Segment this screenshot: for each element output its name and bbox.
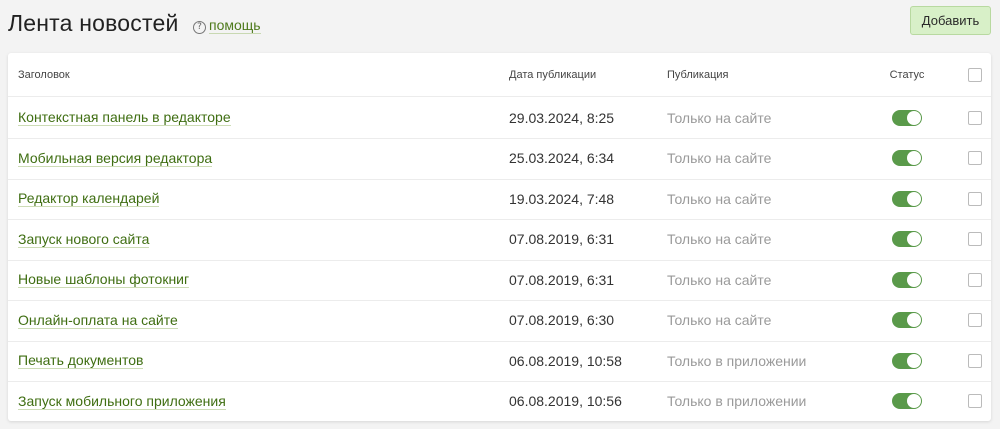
question-circle-icon: ? (193, 21, 206, 34)
help-link[interactable]: ? помощь (193, 17, 261, 34)
toggle-knob (907, 313, 921, 327)
toggle-knob (907, 151, 921, 165)
toggle-knob (907, 110, 921, 125)
publication-date: 06.08.2019, 10:58 (509, 352, 622, 369)
publication-date: 07.08.2019, 6:31 (509, 231, 615, 247)
row-checkbox[interactable] (968, 110, 982, 125)
publication-date: 07.08.2019, 6:31 (509, 271, 615, 288)
status-toggle[interactable] (892, 352, 922, 369)
status-toggle[interactable] (892, 190, 922, 207)
table-row: Мобильная версия редактора 25.03.2024, 6:… (8, 138, 991, 180)
publication-date: 25.03.2024, 6:34 (509, 150, 615, 166)
status-toggle[interactable] (892, 393, 922, 409)
publication-channel: Только на сайте (667, 231, 772, 247)
select-all-checkbox[interactable] (968, 67, 982, 82)
publication-channel: Только в приложении (667, 393, 807, 409)
table-row: Редактор календарей 19.03.2024, 7:48 Тольк… (8, 178, 991, 220)
table-row: Контекстная панель в редакторе 29.03.2024… (8, 97, 991, 139)
row-checkbox[interactable] (968, 272, 982, 287)
publication-date: 07.08.2019, 6:30 (509, 312, 615, 328)
row-checkbox[interactable] (968, 353, 982, 368)
row-checkbox[interactable] (968, 151, 982, 165)
table-row: Запуск нового сайта 07.08.2019, 6:31 Тольк… (8, 219, 991, 261)
add-button[interactable]: Добавить (910, 6, 991, 35)
column-header-title[interactable]: Заголовок (18, 53, 70, 96)
publication-channel: Только на сайте (667, 150, 772, 166)
status-toggle[interactable] (892, 231, 922, 247)
toggle-knob (907, 232, 921, 246)
page-title: Лента новостей (8, 10, 179, 36)
table-row: Онлайн-оплата на сайте 07.08.2019, 6:30 То… (8, 300, 991, 342)
publication-channel: Только на сайте (667, 312, 772, 328)
status-toggle[interactable] (892, 271, 922, 288)
news-title-link[interactable]: Запуск нового сайта (18, 231, 150, 248)
publication-channel: Только на сайте (667, 190, 772, 207)
publication-date: 06.08.2019, 10:56 (509, 393, 622, 409)
row-checkbox[interactable] (968, 232, 982, 246)
publication-date: 19.03.2024, 7:48 (509, 190, 615, 207)
status-toggle[interactable] (892, 109, 922, 126)
news-title-link[interactable]: Новые шаблоны фотокниг (18, 271, 190, 288)
publication-channel: Только на сайте (667, 109, 772, 126)
status-toggle[interactable] (892, 312, 922, 328)
page-header: Лента новостей ? помощь Добавить (8, 6, 991, 42)
news-title-link[interactable]: Редактор календарей (18, 190, 160, 207)
table-header-row: Заголовок Дата публикации Публикация Ста… (8, 53, 991, 97)
news-title-link[interactable]: Онлайн-оплата на сайте (18, 312, 178, 329)
help-link-label: помощь (209, 17, 261, 34)
news-title-link[interactable]: Мобильная версия редактора (18, 150, 213, 167)
toggle-knob (907, 394, 921, 408)
column-header-publication[interactable]: Публикация (667, 53, 728, 96)
publication-channel: Только в приложении (667, 352, 807, 369)
column-header-date[interactable]: Дата публикации (509, 53, 596, 96)
status-toggle[interactable] (892, 150, 922, 166)
row-checkbox[interactable] (968, 191, 982, 206)
table-row: Новые шаблоны фотокниг 07.08.2019, 6:31 То… (8, 259, 991, 301)
table-row: Печать документов 06.08.2019, 10:58 Только… (8, 340, 991, 382)
news-title-link[interactable]: Печать документов (18, 352, 144, 369)
toggle-knob (907, 353, 921, 368)
column-header-status[interactable]: Статус (890, 53, 925, 96)
news-title-link[interactable]: Контекстная панель в редакторе (18, 109, 231, 126)
news-title-link[interactable]: Запуск мобильного приложения (18, 393, 226, 410)
table-row: Запуск мобильного приложения 06.08.2019, … (8, 381, 991, 422)
toggle-knob (907, 191, 921, 206)
publication-date: 29.03.2024, 8:25 (509, 109, 615, 126)
row-checkbox[interactable] (968, 394, 982, 408)
select-all-cell (968, 53, 982, 96)
toggle-knob (907, 272, 921, 287)
news-table: Заголовок Дата публикации Публикация Ста… (8, 53, 991, 421)
publication-channel: Только на сайте (667, 271, 772, 288)
row-checkbox[interactable] (968, 313, 982, 327)
